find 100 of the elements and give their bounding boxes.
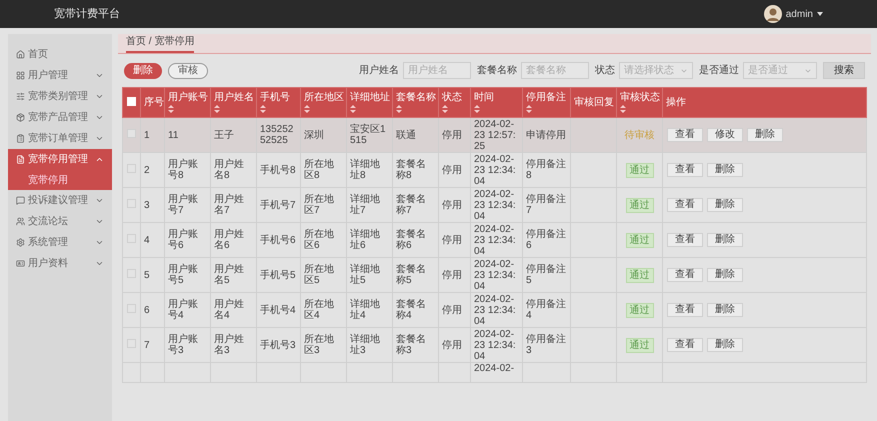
table-cell: 用户账号5 (168, 264, 198, 286)
action-button[interactable]: 删除 (707, 163, 743, 177)
chevron-down-icon (95, 259, 104, 268)
table-cell: 6 (144, 304, 150, 316)
table-cell: 停用 (442, 164, 462, 176)
table-cell: 2024-02-23 12:34:04 (474, 294, 516, 326)
table-cell: 停用备注3 (526, 334, 566, 356)
avatar-icon[interactable] (764, 5, 782, 23)
sort-icon[interactable] (168, 105, 174, 113)
table-cell: 手机号7 (260, 200, 296, 210)
filter-label: 状态 (595, 64, 615, 78)
sort-icon[interactable] (350, 105, 356, 113)
package-icon (16, 113, 25, 122)
user-menu[interactable]: admin (786, 6, 813, 22)
sort-icon[interactable] (214, 105, 220, 113)
sidebar-item[interactable]: 宽带订单管理 (8, 128, 112, 149)
action-button[interactable]: 删除 (707, 268, 743, 282)
table-cell: 用户姓名4 (214, 299, 244, 321)
table-cell: 用户姓名3 (214, 334, 244, 356)
table-cell: 申请停用 (526, 130, 566, 140)
table-cell: 1 (144, 130, 150, 140)
table-cell: 套餐名称3 (396, 334, 426, 356)
status-label: 待审核 (624, 128, 656, 142)
document-icon (16, 155, 25, 164)
table-cell: 用户姓名8 (214, 159, 244, 181)
table-cell: 套餐名称5 (396, 264, 426, 286)
action-button[interactable]: 修改 (707, 128, 743, 142)
status-badge: 通过 (626, 302, 654, 318)
table-cell: 套餐名称6 (396, 229, 426, 251)
sort-icon[interactable] (526, 105, 532, 113)
sidebar-item[interactable]: 宽带产品管理 (8, 107, 112, 128)
table-cell: 2024-02-23 12:34:04 (474, 224, 516, 256)
gear-icon (16, 238, 25, 247)
table-cell: 手机号8 (260, 164, 296, 176)
filter-label: 套餐名称 (477, 64, 517, 78)
sort-icon[interactable] (442, 105, 448, 113)
table-cell: 手机号6 (260, 234, 296, 246)
action-button[interactable]: 删除 (707, 303, 743, 317)
sidebar-subitem[interactable]: 宽带停用 (8, 170, 112, 190)
table-cell: 停用备注4 (526, 299, 566, 321)
table-cell: 详细地址4 (350, 299, 380, 321)
sort-icon[interactable] (620, 105, 626, 113)
table-row[interactable]: 1 11 王子 13525252525 深圳 宝安区1515 联通 停用 2024-02-23 12:57:25 申请停用 待审核 查看 修改 删除 (122, 118, 866, 152)
status-badge: 通过 (626, 338, 654, 352)
table-cell: 详细地址7 (350, 194, 380, 216)
action-button[interactable]: 删除 (707, 338, 743, 352)
sidebar-item[interactable]: 首页 (8, 44, 112, 65)
action-button[interactable]: 删除 (707, 233, 743, 247)
table-cell: 详细地址5 (350, 264, 380, 286)
table-cell: 所在地区6 (304, 229, 334, 251)
home-icon (16, 50, 25, 59)
chevron-down-icon (95, 217, 104, 226)
action-button[interactable]: 查看 (667, 268, 703, 282)
review-button[interactable]: 审核 (168, 62, 208, 78)
sidebar-item[interactable]: 用户管理 (8, 65, 112, 86)
search-button[interactable]: 搜索 (823, 62, 865, 79)
sort-icon[interactable] (304, 105, 310, 113)
users-icon (16, 217, 25, 226)
action-button[interactable]: 查看 (667, 198, 703, 212)
sidebar-item[interactable]: 交流论坛 (8, 211, 112, 232)
action-button[interactable]: 查看 (667, 163, 703, 177)
status-badge: 通过 (626, 162, 654, 178)
action-button[interactable]: 删除 (747, 128, 783, 142)
table-cell: 用户姓名6 (214, 229, 244, 251)
table-cell: 停用备注5 (526, 264, 566, 286)
table-cell: 用户账号7 (168, 194, 198, 216)
table-cell: 2024-02-23 12:57:25 (474, 118, 516, 152)
sidebar-item[interactable]: 投诉建议管理 (8, 190, 112, 211)
table-cell: 13525252525 (260, 124, 294, 146)
input-field[interactable]: 用户姓名 (403, 62, 471, 79)
filter-label: 是否通过 (699, 64, 739, 78)
sidebar-item[interactable]: 用户资料 (8, 253, 112, 274)
table-cell: 停用 (442, 130, 462, 140)
input-field[interactable]: 套餐名称 (521, 62, 589, 79)
table-cell: 2024-02-23 12:34:04 (474, 328, 516, 362)
action-button[interactable]: 删除 (707, 198, 743, 212)
action-button[interactable]: 查看 (667, 233, 703, 247)
caret-icon[interactable] (817, 12, 823, 16)
sidebar-item[interactable]: 宽带停用管理 (8, 149, 112, 170)
delete-button[interactable]: 删除 (124, 62, 162, 78)
action-button[interactable]: 查看 (667, 128, 703, 142)
table-cell: 4 (144, 234, 150, 246)
action-button[interactable]: 查看 (667, 303, 703, 317)
table-cell: 2024-02-23 12:34:04 (474, 188, 516, 222)
table-cell: 详细地址6 (350, 229, 380, 251)
sidebar-item[interactable]: 宽带类别管理 (8, 86, 112, 107)
chevron-down-icon (95, 71, 104, 80)
sidebar-item[interactable]: 系统管理 (8, 232, 112, 253)
table-cell: 停用备注7 (526, 194, 566, 216)
table-cell: 用户姓名5 (214, 264, 244, 286)
sort-icon[interactable] (396, 105, 402, 113)
table-cell: 停用 (442, 270, 462, 280)
chat-icon (16, 196, 25, 205)
sliders-icon (16, 92, 25, 101)
filter-label: 用户姓名 (359, 64, 399, 78)
table-cell: 2024-02-23 12:34:04 (474, 154, 516, 186)
table-cell: 2024-02-23 12:34:04 (474, 258, 516, 292)
sort-icon[interactable] (260, 105, 266, 113)
action-button[interactable]: 查看 (667, 338, 703, 352)
sort-icon[interactable] (474, 105, 480, 113)
